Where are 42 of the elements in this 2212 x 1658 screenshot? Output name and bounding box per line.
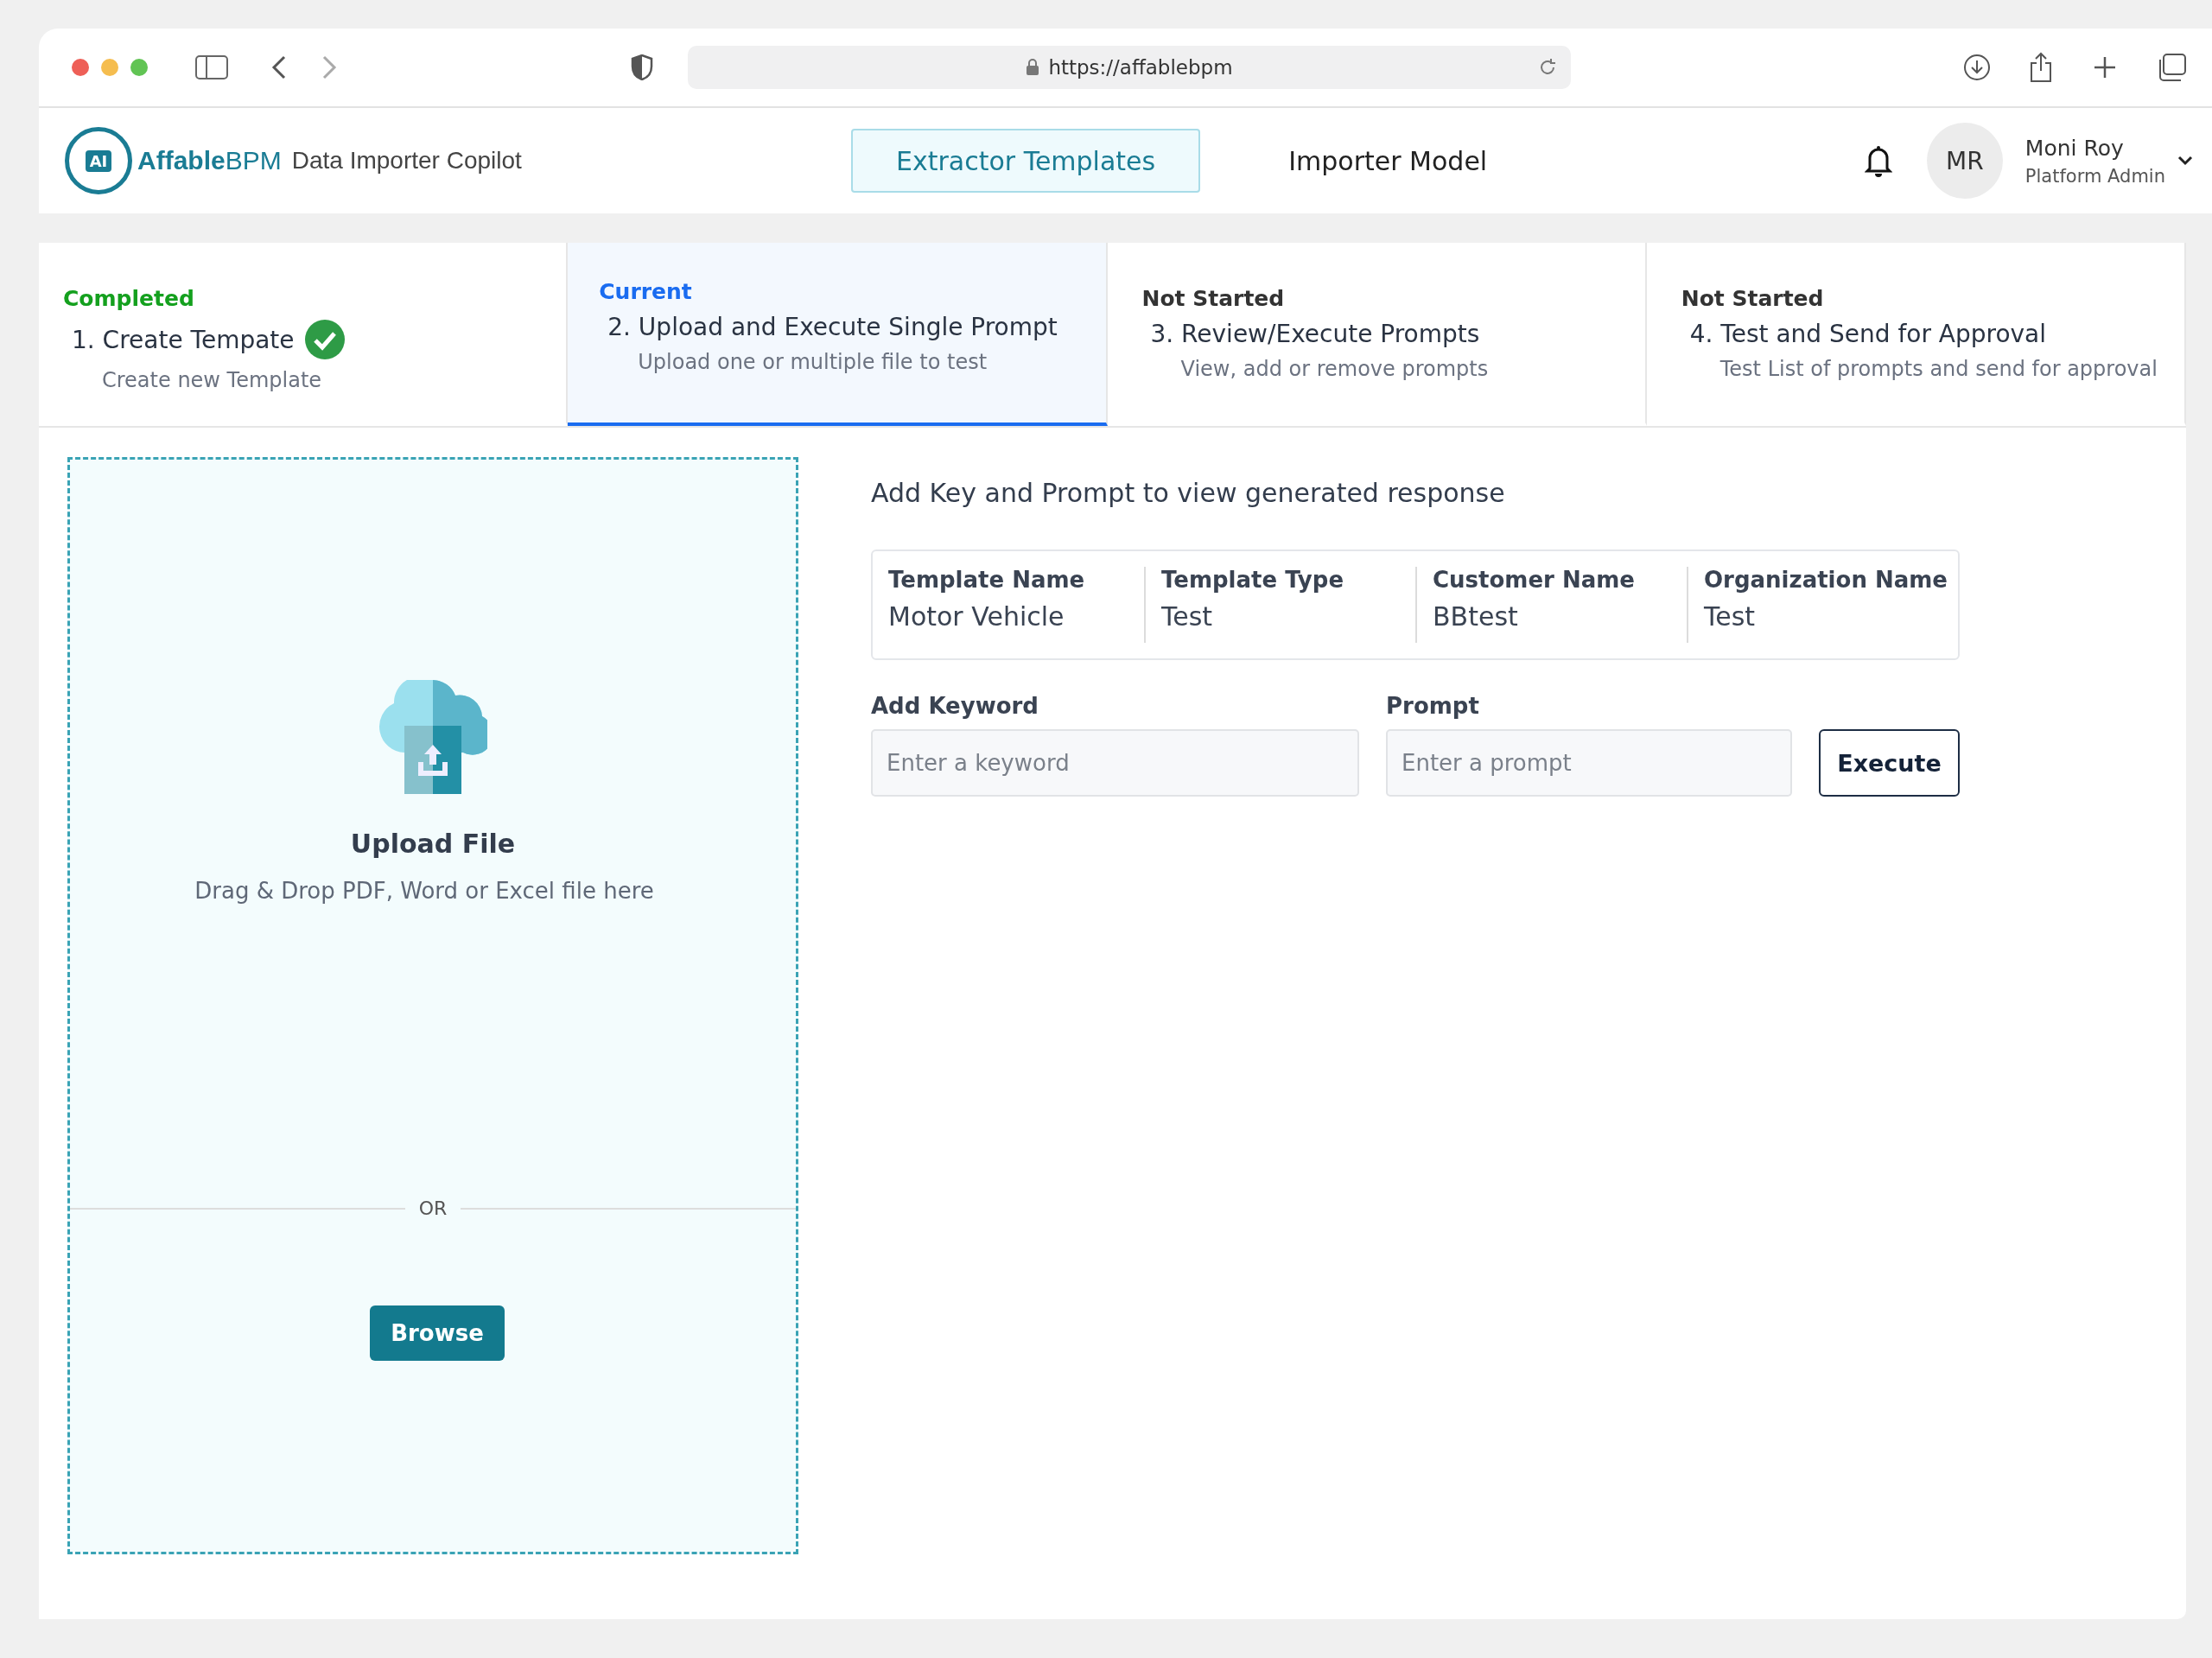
step-title: 4. Test and Send for Approval bbox=[1689, 320, 2047, 348]
brand-name: AffableBPM bbox=[137, 146, 282, 175]
user-name: Moni Roy bbox=[2024, 135, 2125, 161]
step-title: 3. Review/Execute Prompts bbox=[1150, 320, 1480, 348]
info-label: Template Type bbox=[1161, 567, 1345, 593]
logo-badge: AI bbox=[85, 149, 112, 172]
step-status: Not Started bbox=[1141, 286, 1286, 311]
or-divider-label: OR bbox=[418, 1197, 448, 1219]
address-bar[interactable]: https://affablebpm bbox=[688, 46, 1571, 89]
execute-button[interactable]: Execute bbox=[1819, 729, 1960, 797]
info-value: BBtest bbox=[1433, 601, 1519, 632]
prompt-label: Prompt bbox=[1386, 693, 1480, 719]
step-title: 1. Create Tempate bbox=[72, 325, 295, 354]
info-value: Test bbox=[1161, 601, 1214, 632]
upload-title: Upload File bbox=[350, 829, 516, 859]
step-subtitle: Test List of prompts and send for approval bbox=[1719, 357, 2158, 381]
file-drop-zone[interactable]: Upload File Drag & Drop PDF, Word or Excel file here OR Browse bbox=[67, 457, 798, 1554]
nav-tab[interactable]: Extractor Templates bbox=[851, 129, 1201, 193]
step-subtitle: Create new Template bbox=[102, 368, 323, 392]
step-status: Not Started bbox=[1681, 286, 1825, 311]
keyword-input[interactable]: Enter a keyword bbox=[871, 729, 1359, 797]
info-label: Customer Name bbox=[1433, 567, 1636, 593]
user-role: Platform Admin bbox=[2024, 165, 2165, 187]
step-status: Current bbox=[599, 279, 693, 304]
info-label: Organization Name bbox=[1704, 567, 1948, 593]
info-value: Motor Vehicle bbox=[888, 601, 1065, 632]
info-value: Test bbox=[1704, 601, 1757, 632]
nav-tab[interactable]: Importer Model bbox=[1243, 129, 1533, 193]
url-text: https://affablebpm bbox=[1048, 56, 1233, 79]
step-tab[interactable]: Current 2. Upload and Execute Single Prompt Upload one or multiple file to test bbox=[568, 243, 1108, 426]
product-name: Data Importer Copilot bbox=[291, 147, 522, 175]
step-title: 2. Upload and Execute Single Prompt bbox=[607, 313, 1058, 341]
form-heading: Add Key and Prompt to view generated response bbox=[871, 478, 1506, 508]
info-label: Template Name bbox=[888, 567, 1086, 593]
step-subtitle: Upload one or multiple file to test bbox=[638, 350, 988, 374]
browse-button[interactable]: Browse bbox=[370, 1305, 505, 1361]
prompt-input[interactable]: Enter a prompt bbox=[1386, 729, 1792, 797]
user-avatar[interactable]: MR bbox=[1926, 123, 2003, 199]
upload-hint: Drag & Drop PDF, Word or Excel file here bbox=[194, 878, 654, 904]
keyword-label: Add Keyword bbox=[871, 693, 1039, 719]
step-status: Completed bbox=[63, 286, 195, 311]
step-subtitle: View, add or remove prompts bbox=[1180, 357, 1490, 381]
